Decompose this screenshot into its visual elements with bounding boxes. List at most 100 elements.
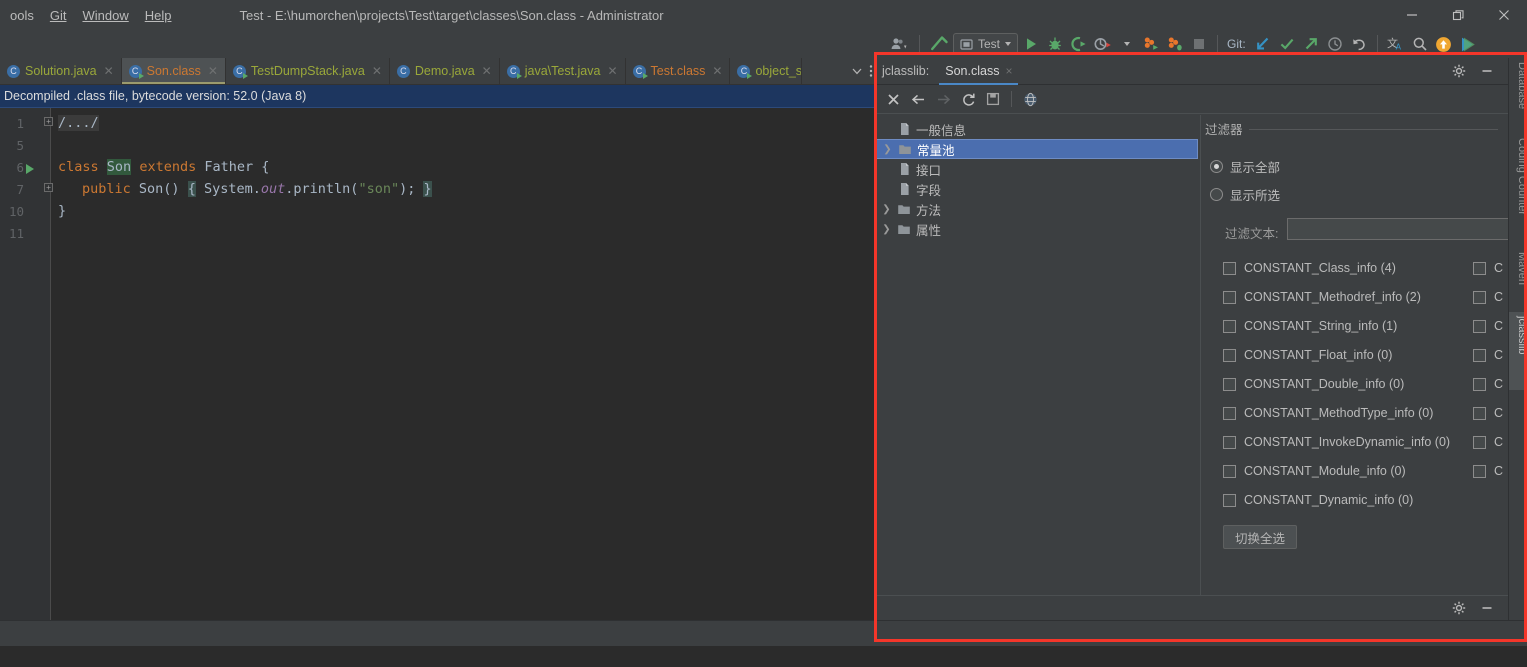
- tree-node-interfaces[interactable]: ❯ 接口: [876, 159, 1200, 179]
- search-everywhere-icon[interactable]: [1409, 32, 1431, 56]
- checkbox-col2-row7[interactable]: C: [1473, 435, 1503, 449]
- jclasslib-tab-son-class[interactable]: Son.class ×: [939, 58, 1019, 85]
- radio-button-icon[interactable]: [1210, 188, 1223, 201]
- tab-close-icon[interactable]: ✕: [712, 64, 722, 78]
- checkbox-icon[interactable]: [1223, 435, 1236, 449]
- menu-item-window[interactable]: Window: [74, 5, 136, 26]
- window-minimize-button[interactable]: [1389, 0, 1435, 30]
- checkbox-constant-invokedynamic-info[interactable]: CONSTANT_InvokeDynamic_info (0): [1223, 435, 1450, 449]
- checkbox-constant-methodtype-info[interactable]: CONSTANT_MethodType_info (0): [1223, 406, 1433, 420]
- attach-debug-profiler-icon[interactable]: [1164, 32, 1186, 56]
- window-close-button[interactable]: [1481, 0, 1527, 30]
- reload-icon[interactable]: [957, 88, 979, 110]
- chevron-right-icon[interactable]: ❯: [881, 144, 894, 155]
- run-with-coverage-icon[interactable]: [1068, 32, 1090, 56]
- settings-gear-icon[interactable]: [1452, 64, 1466, 78]
- checkbox-constant-string-info[interactable]: CONSTANT_String_info (1): [1223, 319, 1397, 333]
- menu-item-tools[interactable]: ools: [2, 5, 42, 26]
- debug-icon[interactable]: [1044, 32, 1066, 56]
- checkbox-icon[interactable]: [1473, 464, 1486, 478]
- checkbox-icon[interactable]: [1473, 319, 1486, 333]
- ide-feature-icon[interactable]: [1457, 32, 1479, 56]
- tab-close-icon[interactable]: ✕: [482, 64, 492, 78]
- attach-profiler-icon[interactable]: [1140, 32, 1162, 56]
- tab-close-icon[interactable]: ✕: [372, 64, 382, 78]
- checkbox-constant-methodref-info[interactable]: CONSTANT_Methodref_info (2): [1223, 290, 1421, 304]
- tool-strip-item-maven[interactable]: Maven: [1509, 248, 1527, 308]
- tool-strip-item-jclasslib[interactable]: jclasslib: [1509, 312, 1527, 390]
- window-restore-button[interactable]: [1435, 0, 1481, 30]
- checkbox-icon[interactable]: [1473, 435, 1486, 449]
- build-hammer-icon[interactable]: [927, 32, 951, 56]
- checkbox-constant-class-info[interactable]: CONSTANT_Class_info (4): [1223, 261, 1396, 275]
- minimize-panel-icon[interactable]: [1480, 601, 1494, 615]
- editor-gutter[interactable]: 1 5 6 7 10 11 + +: [0, 108, 53, 620]
- menu-item-git[interactable]: Git: [42, 5, 75, 26]
- checkbox-icon[interactable]: [1473, 261, 1486, 275]
- tree-node-constant-pool[interactable]: ❯ 常量池: [876, 139, 1198, 159]
- toggle-select-all-button[interactable]: 切换全选: [1223, 525, 1298, 549]
- checkbox-icon[interactable]: [1223, 290, 1236, 304]
- checkbox-constant-double-info[interactable]: CONSTANT_Double_info (0): [1223, 377, 1404, 391]
- class-structure-tree[interactable]: ❯ 一般信息 ❯ 常量池 ❯: [876, 115, 1201, 595]
- translate-icon[interactable]: 文 A: [1385, 32, 1407, 56]
- checkbox-icon[interactable]: [1223, 319, 1236, 333]
- code-text-area[interactable]: /.../ class Son extends Father { public …: [52, 108, 880, 620]
- tree-node-general-info[interactable]: ❯ 一般信息: [876, 119, 1200, 139]
- browse-web-icon[interactable]: [1019, 88, 1041, 110]
- save-icon[interactable]: [982, 88, 1004, 110]
- update-available-badge-icon[interactable]: [1433, 32, 1455, 56]
- tree-node-fields[interactable]: ❯ 字段: [876, 179, 1200, 199]
- fold-placeholder-text[interactable]: /.../: [58, 115, 99, 131]
- git-push-icon[interactable]: [1300, 32, 1322, 56]
- tab-more-options-icon[interactable]: [869, 64, 873, 78]
- tab-close-icon[interactable]: ✕: [208, 64, 218, 78]
- checkbox-icon[interactable]: [1223, 406, 1236, 420]
- checkbox-icon[interactable]: [1473, 348, 1486, 362]
- checkbox-icon[interactable]: [1223, 377, 1236, 391]
- run-icon[interactable]: [1020, 32, 1042, 56]
- code-editor[interactable]: 1 5 6 7 10 11 + + /.../ class Son extend…: [0, 108, 880, 620]
- editor-tab-testdumpstack-java[interactable]: TestDumpStack.java ✕: [226, 58, 390, 84]
- checkbox-icon[interactable]: [1473, 406, 1486, 420]
- checkbox-col2-row1[interactable]: C: [1473, 261, 1503, 275]
- checkbox-icon[interactable]: [1473, 290, 1486, 304]
- git-update-project-icon[interactable]: [1252, 32, 1274, 56]
- editor-tab-son-class[interactable]: Son.class ✕: [121, 58, 226, 84]
- chevron-right-icon[interactable]: ❯: [880, 204, 893, 215]
- chevron-right-icon[interactable]: ❯: [880, 224, 893, 235]
- checkbox-col2-row5[interactable]: C: [1473, 377, 1503, 391]
- editor-tab-solution-java[interactable]: Solution.java ✕: [0, 58, 122, 84]
- close-icon[interactable]: ×: [1005, 64, 1012, 78]
- radio-show-selected[interactable]: 显示所选: [1210, 185, 1280, 204]
- editor-tab-object-size[interactable]: object_size: [730, 58, 803, 84]
- settings-gear-icon[interactable]: [1452, 601, 1466, 615]
- close-icon[interactable]: [882, 88, 904, 110]
- editor-tab-demo-java[interactable]: Demo.java ✕: [390, 58, 500, 84]
- checkbox-col2-row4[interactable]: C: [1473, 348, 1503, 362]
- user-settings-icon[interactable]: [888, 32, 912, 56]
- checkbox-icon[interactable]: [1223, 464, 1236, 478]
- git-rollback-icon[interactable]: [1348, 32, 1370, 56]
- tree-node-attributes[interactable]: ❯ 属性: [876, 219, 1200, 239]
- run-gutter-icon[interactable]: [26, 164, 34, 174]
- checkbox-col2-row8[interactable]: C: [1473, 464, 1503, 478]
- git-history-icon[interactable]: [1324, 32, 1346, 56]
- tool-strip-item-coding-counter[interactable]: Coding Counter: [1509, 134, 1527, 244]
- tree-node-methods[interactable]: ❯ 方法: [876, 199, 1200, 219]
- checkbox-col2-row3[interactable]: C: [1473, 319, 1503, 333]
- radio-show-all[interactable]: 显示全部: [1210, 157, 1280, 176]
- checkbox-icon[interactable]: [1223, 493, 1236, 507]
- profiler-icon[interactable]: [1092, 32, 1114, 56]
- checkbox-col2-row6[interactable]: C: [1473, 406, 1503, 420]
- back-arrow-icon[interactable]: [907, 88, 929, 110]
- filter-text-input[interactable]: [1287, 218, 1508, 240]
- run-configuration-selector[interactable]: Test: [953, 33, 1019, 55]
- tab-close-icon[interactable]: ✕: [607, 64, 617, 78]
- checkbox-col2-row2[interactable]: C: [1473, 290, 1503, 304]
- minimize-panel-icon[interactable]: [1480, 64, 1494, 78]
- checkbox-constant-float-info[interactable]: CONSTANT_Float_info (0): [1223, 348, 1392, 362]
- editor-tab-java-test-java[interactable]: java\Test.java ✕: [500, 58, 626, 84]
- chevron-down-icon[interactable]: [1005, 42, 1012, 46]
- git-commit-icon[interactable]: [1276, 32, 1298, 56]
